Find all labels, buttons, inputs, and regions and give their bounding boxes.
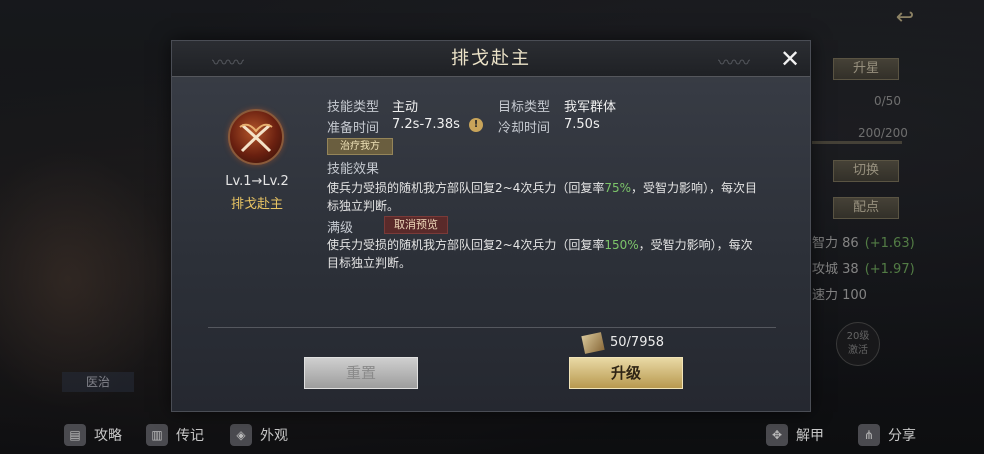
unarmor-icon: ✥: [766, 424, 788, 446]
share-icon: ⋔: [858, 424, 880, 446]
cooldown-value: 7.50s: [564, 117, 600, 132]
skill-type-value: 主动: [392, 100, 419, 115]
info-icon[interactable]: !: [469, 118, 483, 132]
book-icon: ▤: [64, 424, 86, 446]
effect-heal-rate: 75%: [604, 181, 631, 195]
scroll-icon: ▥: [146, 424, 168, 446]
bottom-nav-bar: ▤ 攻略 ▥ 传记 ◈ 外观 ✥ 解甲 ⋔ 分享: [0, 414, 984, 454]
nav-biography[interactable]: ▥ 传记: [146, 424, 204, 446]
prep-time-label: 准备时间: [327, 121, 380, 136]
skill-level-text: Lv.1→Lv.2: [225, 174, 289, 189]
target-type-label: 目标类型: [498, 100, 551, 115]
nav-appearance-label: 外观: [260, 428, 288, 444]
upgrade-cost-text: 50/7958: [610, 335, 665, 350]
max-text-part1: 使兵力受损的随机我方部队回复2~4次兵力（回复率: [327, 238, 605, 252]
max-heal-rate: 150%: [604, 238, 639, 252]
cooldown-label: 冷却时间: [498, 121, 551, 136]
divider: [208, 327, 776, 328]
effect-text-line2: 标独立判断。: [327, 199, 400, 213]
helmet-icon: ◈: [230, 424, 252, 446]
nav-biography-label: 传记: [176, 428, 204, 444]
max-text-part2: ，受智力影响），每次: [638, 238, 753, 252]
nav-share-label: 分享: [888, 428, 916, 444]
prep-time-value: 7.2s-7.38s: [392, 117, 460, 132]
skill-type-label: 技能类型: [327, 100, 380, 115]
nav-unarmor-label: 解甲: [796, 428, 824, 444]
nav-appearance[interactable]: ◈ 外观: [230, 424, 288, 446]
crossed-blades-icon: [228, 109, 284, 165]
effect-text-part1: 使兵力受损的随机我方部队回复2~4次兵力（回复率: [327, 181, 605, 195]
effect-text-part2: ，受智力影响），每次目: [631, 181, 758, 195]
reset-button[interactable]: 重置: [304, 357, 418, 389]
scroll-icon: [581, 332, 605, 354]
max-level-label: 满级: [327, 221, 354, 236]
max-text-line2: 目标独立判断。: [327, 256, 412, 270]
nav-guide[interactable]: ▤ 攻略: [64, 424, 122, 446]
close-icon[interactable]: ✕: [776, 45, 804, 73]
upgrade-button[interactable]: 升级: [569, 357, 683, 389]
nav-unarmor[interactable]: ✥ 解甲: [766, 424, 824, 446]
skill-effect-label: 技能效果: [327, 162, 380, 177]
max-level-description: 使兵力受损的随机我方部队回复2~4次兵力（回复率150%，受智力影响），每次 目…: [327, 236, 753, 272]
cancel-preview-button[interactable]: 取消预览: [384, 216, 448, 234]
dialog-title: 排戈赴主: [451, 48, 531, 69]
target-type-value: 我军群体: [564, 100, 617, 115]
skill-effect-description: 使兵力受损的随机我方部队回复2~4次兵力（回复率75%，受智力影响），每次目 标…: [327, 179, 757, 215]
skill-name: 排戈赴主: [230, 197, 283, 212]
nav-guide-label: 攻略: [94, 428, 122, 444]
skill-upgrade-dialog: 〰〰 〰〰 排戈赴主 ✕ Lv.1→Lv.2 排戈赴主 技能类型 主动 目标类型…: [171, 40, 811, 412]
nav-share[interactable]: ⋔ 分享: [858, 424, 916, 446]
heal-ally-tag: 治疗我方: [327, 138, 393, 155]
